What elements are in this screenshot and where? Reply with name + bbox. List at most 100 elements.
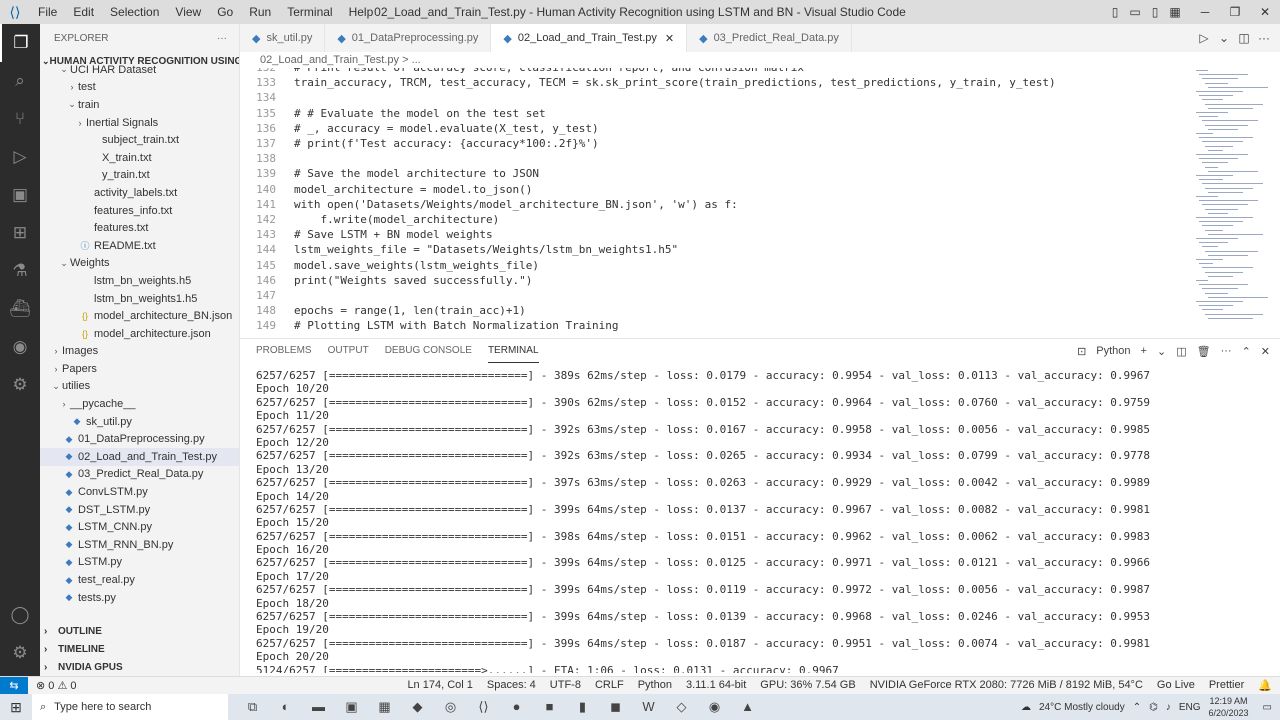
- tree-file[interactable]: ◆ 01_DataPreprocessing.py: [40, 430, 239, 448]
- menu-item-terminal[interactable]: Terminal: [279, 0, 340, 24]
- word-icon[interactable]: W: [632, 699, 665, 715]
- menu-item-view[interactable]: View: [167, 0, 209, 24]
- customize-layout-icon[interactable]: ▦: [1165, 0, 1185, 24]
- toggle-panel-icon[interactable]: ▭: [1125, 0, 1145, 24]
- menu-item-go[interactable]: Go: [209, 0, 241, 24]
- maximize-panel-icon[interactable]: ⌃: [1242, 345, 1251, 358]
- app-icon[interactable]: ■: [533, 699, 566, 715]
- pdf-icon[interactable]: ◼: [599, 699, 632, 715]
- editor-tab[interactable]: ◆ sk_util.py: [240, 24, 326, 52]
- new-terminal-icon[interactable]: +: [1141, 345, 1147, 357]
- encoding[interactable]: UTF-8: [550, 679, 581, 692]
- more-icon[interactable]: ···: [1254, 31, 1274, 45]
- tree-file[interactable]: {} model_architecture_BN.json: [40, 307, 239, 325]
- recorder-icon[interactable]: ●: [500, 699, 533, 715]
- terminal-app-icon[interactable]: ▮: [566, 699, 599, 715]
- problems-status[interactable]: ⊗ 0 ⚠ 0: [28, 679, 77, 692]
- tree-file[interactable]: features.txt: [40, 219, 239, 237]
- tree-folder[interactable]: › Images: [40, 343, 239, 361]
- weather-icon[interactable]: ☁: [1021, 702, 1031, 713]
- tree-file[interactable]: ◆ tests.py: [40, 589, 239, 607]
- notifications-icon[interactable]: 🔔: [1258, 679, 1272, 692]
- account-icon[interactable]: ◯: [0, 596, 40, 634]
- tray-overflow-icon[interactable]: ⌃: [1133, 702, 1141, 713]
- vscode-taskbar-icon[interactable]: ⟨⟩: [467, 699, 500, 715]
- panel-tab-output[interactable]: OUTPUT: [328, 340, 369, 362]
- remote-explorer-icon[interactable]: ▣: [0, 176, 40, 214]
- tree-file[interactable]: ◆ sk_util.py: [40, 413, 239, 431]
- toggle-secondary-sidebar-icon[interactable]: ▯: [1145, 0, 1165, 24]
- weather-text[interactable]: 24°C Mostly cloudy: [1039, 702, 1125, 713]
- panel-tab-problems[interactable]: PROBLEMS: [256, 340, 312, 362]
- tree-folder[interactable]: › Papers: [40, 360, 239, 378]
- run-file-icon[interactable]: ▷: [1194, 31, 1214, 45]
- network-icon[interactable]: ⌬: [1149, 702, 1158, 713]
- docker-icon[interactable]: ⛴: [0, 290, 40, 328]
- tree-file[interactable]: ◆ 02_Load_and_Train_Test.py: [40, 448, 239, 466]
- tree-folder[interactable]: ⌄ Weights: [40, 255, 239, 273]
- tree-file[interactable]: ⓘ README.txt: [40, 237, 239, 255]
- terminal-dropdown-icon[interactable]: ⌄: [1157, 345, 1166, 358]
- acrobat-icon[interactable]: ▲: [731, 699, 764, 715]
- terminal-shell-icon[interactable]: ⊡: [1077, 345, 1086, 358]
- notification-center-icon[interactable]: ▭: [1263, 702, 1272, 713]
- split-terminal-icon[interactable]: ◫: [1176, 345, 1186, 358]
- close-panel-icon[interactable]: ✕: [1261, 345, 1270, 358]
- close-tab-icon[interactable]: ✕: [665, 32, 674, 45]
- tree-folder[interactable]: › __pycache__: [40, 395, 239, 413]
- remote-indicator-icon[interactable]: ⇆: [0, 676, 28, 695]
- line-ending[interactable]: CRLF: [595, 679, 624, 692]
- manage-gear-icon[interactable]: ⚙: [0, 634, 40, 672]
- edge-icon[interactable]: ◐: [269, 699, 302, 715]
- section-outline[interactable]: › OUTLINE: [40, 622, 239, 640]
- windows-start-icon[interactable]: ⊞: [0, 699, 32, 716]
- prettier-button[interactable]: Prettier: [1209, 679, 1244, 692]
- tree-folder[interactable]: ⌄ train: [40, 96, 239, 114]
- kill-terminal-icon[interactable]: 🗑: [1197, 345, 1211, 358]
- tree-file[interactable]: lstm_bn_weights1.h5: [40, 290, 239, 308]
- tree-file[interactable]: ◆ test_real.py: [40, 571, 239, 589]
- volume-icon[interactable]: ♪: [1166, 702, 1171, 713]
- tree-file[interactable]: subject_train.txt: [40, 131, 239, 149]
- menu-item-run[interactable]: Run: [241, 0, 279, 24]
- panel-tab-debug-console[interactable]: DEBUG CONSOLE: [385, 340, 472, 362]
- editor-tab[interactable]: ◆ 01_DataPreprocessing.py: [325, 24, 492, 52]
- editor-tab[interactable]: ◆ 03_Predict_Real_Data.py: [687, 24, 852, 52]
- search-icon[interactable]: ⌕: [0, 62, 40, 100]
- go-live-button[interactable]: Go Live: [1157, 679, 1195, 692]
- code-editor[interactable]: 132# Print result of accuracy score, cla…: [240, 68, 1190, 332]
- language-indicator[interactable]: ENG: [1179, 702, 1201, 713]
- github-icon[interactable]: ◉: [0, 328, 40, 366]
- tree-file[interactable]: ◆ LSTM_CNN.py: [40, 518, 239, 536]
- vpn-icon[interactable]: ◆: [401, 699, 434, 715]
- tree-file[interactable]: X_train.txt: [40, 149, 239, 167]
- tree-file[interactable]: activity_labels.txt: [40, 184, 239, 202]
- panel-tab-terminal[interactable]: TERMINAL: [487, 340, 539, 363]
- menu-item-help[interactable]: Help: [341, 0, 382, 24]
- tree-file[interactable]: ◆ LSTM.py: [40, 554, 239, 572]
- tree-file[interactable]: features_info.txt: [40, 202, 239, 220]
- menu-item-selection[interactable]: Selection: [102, 0, 167, 24]
- tree-file[interactable]: ◆ 03_Predict_Real_Data.py: [40, 466, 239, 484]
- taskbar-search[interactable]: ⌕ Type here to search: [32, 694, 228, 720]
- cursor-position[interactable]: Ln 174, Col 1: [407, 679, 472, 692]
- run-debug-icon[interactable]: ▷: [0, 138, 40, 176]
- menu-item-edit[interactable]: Edit: [65, 0, 102, 24]
- breadcrumb[interactable]: 02_Load_and_Train_Test.py > ...: [240, 52, 1280, 68]
- editor-tab[interactable]: ◆ 02_Load_and_Train_Test.py ✕: [491, 24, 688, 52]
- more-actions-icon[interactable]: ···: [217, 33, 227, 44]
- testing-icon[interactable]: ⚗: [0, 252, 40, 290]
- extensions-icon[interactable]: ⊞: [0, 214, 40, 252]
- terminal-output[interactable]: 6257/6257 [=============================…: [256, 369, 1266, 673]
- tree-file[interactable]: y_train.txt: [40, 167, 239, 185]
- tree-file[interactable]: ◆ ConvLSTM.py: [40, 483, 239, 501]
- tree-file[interactable]: {} model_architecture.json: [40, 325, 239, 343]
- tree-file[interactable]: ◆ LSTM_RNN_BN.py: [40, 536, 239, 554]
- app2-icon[interactable]: ◇: [665, 699, 698, 715]
- clock[interactable]: 12:19 AM 6/20/2023: [1209, 695, 1249, 719]
- tree-folder[interactable]: › test: [40, 79, 239, 97]
- section-nvidia-gpus[interactable]: › NVIDIA GPUS: [40, 658, 239, 676]
- explorer-icon[interactable]: ❐: [0, 24, 40, 62]
- source-control-icon[interactable]: ⑂: [0, 100, 40, 138]
- tree-file[interactable]: lstm_bn_weights.h5: [40, 272, 239, 290]
